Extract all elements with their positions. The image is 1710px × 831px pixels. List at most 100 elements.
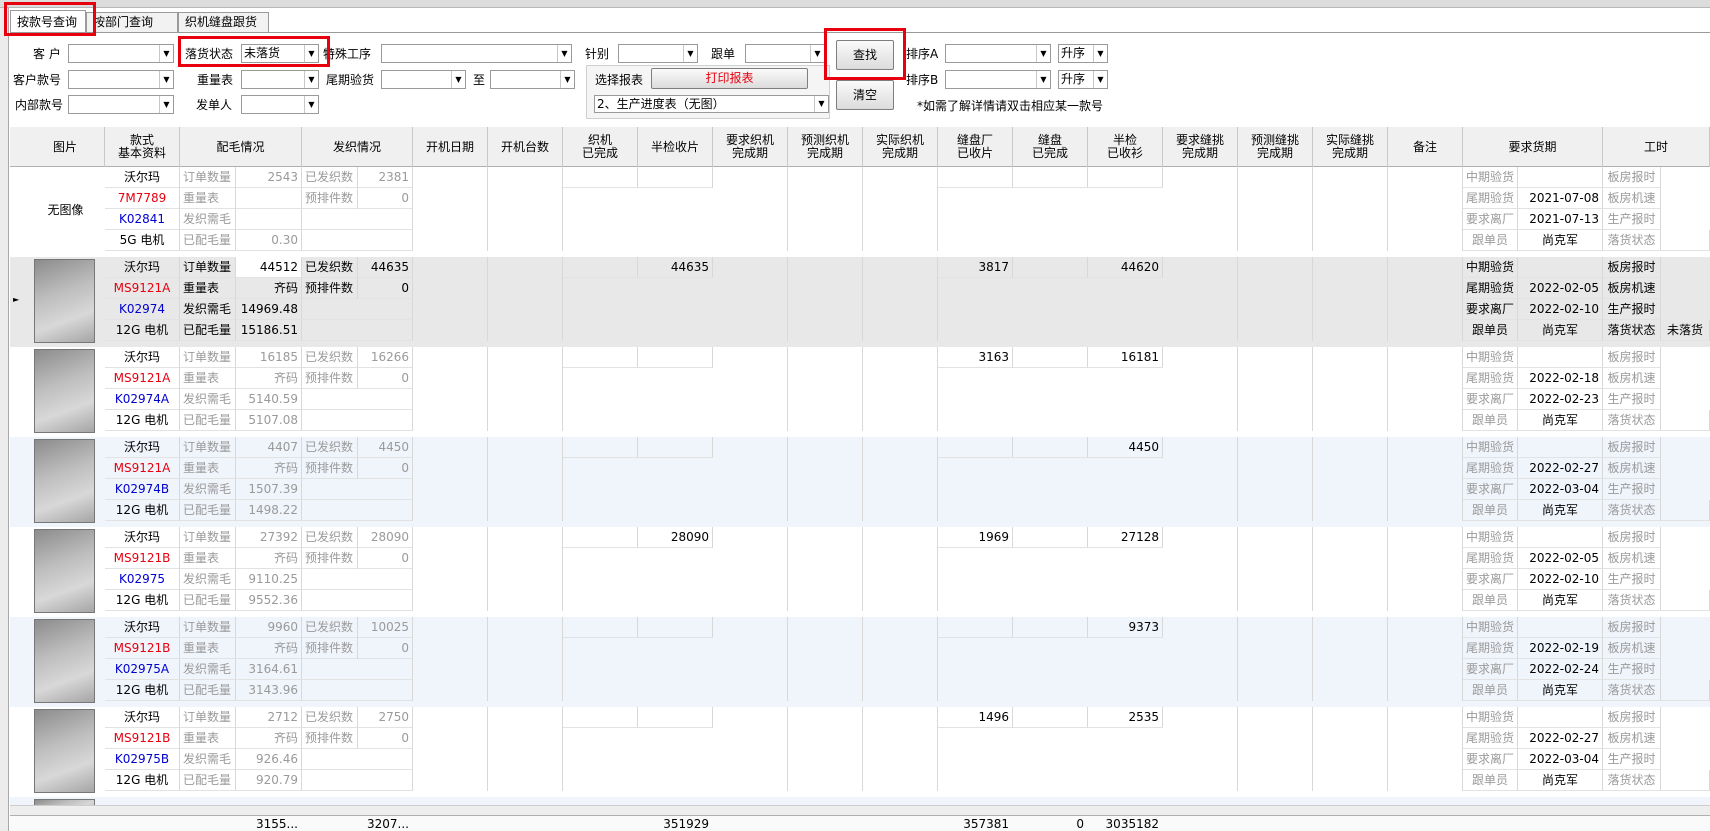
grid-cell[interactable]: 15186.51 [236, 320, 302, 341]
chevron-down-icon[interactable]: ▼ [1036, 45, 1050, 62]
grid-cell[interactable]: 跟单员 [1463, 590, 1518, 611]
grid-cell[interactable]: 发织需毛 [180, 659, 236, 680]
chevron-down-icon[interactable]: ▼ [814, 96, 828, 112]
grid-cell[interactable] [1088, 167, 1163, 188]
grid-cell[interactable]: 要求离厂 [1463, 659, 1518, 680]
tab-by-style[interactable]: 按款号查询 [10, 10, 86, 32]
grid-cell[interactable] [1013, 707, 1088, 728]
grid-cell[interactable]: 9373 [1088, 617, 1163, 638]
grid-cell[interactable]: MS9121B [105, 638, 180, 659]
grid-cell[interactable]: 0 [358, 278, 413, 299]
column-header[interactable]: 缝盘厂 已收片 [938, 127, 1013, 167]
column-header[interactable]: 实际缝挑 完成期 [1313, 127, 1388, 167]
grid-cell[interactable]: 0 [358, 548, 413, 569]
garment-photo[interactable] [34, 619, 95, 703]
search-button[interactable]: 查找 [836, 40, 894, 70]
grid-cell[interactable] [1661, 590, 1710, 611]
column-header[interactable]: 开机台数 [488, 127, 563, 167]
grid-cell[interactable]: 订单数量 [180, 167, 236, 188]
grid-cell[interactable]: MS9121A [105, 278, 180, 299]
grid-cell[interactable]: 已发织数 [302, 617, 358, 638]
grid-cell[interactable] [302, 479, 413, 500]
grid-cell[interactable]: 14969.48 [236, 299, 302, 320]
tab-by-department[interactable]: 按部门查询 [86, 12, 178, 32]
grid-cell[interactable]: 0 [358, 188, 413, 209]
column-header[interactable]: 要求货期 [1463, 127, 1603, 167]
column-header[interactable]: 预测织机 完成期 [788, 127, 863, 167]
grid-cell[interactable]: 落货状态 [1603, 590, 1661, 611]
column-header[interactable]: 图片 [26, 127, 105, 167]
grid-cell[interactable]: 沃尔玛 [105, 617, 180, 638]
grid-cell[interactable]: 板房机速 [1603, 188, 1661, 209]
grid-cell[interactable]: 2543 [236, 167, 302, 188]
grid-cell[interactable]: 0 [358, 638, 413, 659]
customer-style-combo[interactable]: ▼ [68, 70, 174, 89]
customer-combo[interactable]: ▼ [68, 44, 174, 63]
grid-cell[interactable] [302, 659, 413, 680]
record-row[interactable]: 沃尔玛 MS9121B K02975B 12G 电机 订单数量 2712 重量表 齐码 发织需毛… [10, 707, 1710, 797]
grid-cell[interactable]: 中期验货 [1463, 347, 1518, 368]
grid-cell[interactable]: 尾期验货 [1463, 458, 1518, 479]
grid-cell[interactable]: 落货状态 [1603, 230, 1661, 251]
grid-cell[interactable]: 发织需毛 [180, 209, 236, 230]
grid-cell[interactable] [302, 230, 413, 251]
grid-cell[interactable]: 生产报时 [1603, 299, 1661, 320]
grid-cell[interactable]: 沃尔玛 [105, 347, 180, 368]
grid-cell[interactable]: 板房报时 [1603, 437, 1661, 458]
column-header[interactable]: 半检收片 [638, 127, 713, 167]
grid-cell[interactable]: 板房机速 [1603, 278, 1661, 299]
grid-cell[interactable]: 27128 [1088, 527, 1163, 548]
grid-cell[interactable]: 已配毛量 [180, 500, 236, 521]
grid-cell[interactable]: 2022-02-24 [1518, 659, 1603, 680]
grid-cell[interactable]: 发织需毛 [180, 479, 236, 500]
grid-cell[interactable]: 沃尔玛 [105, 707, 180, 728]
grid-cell[interactable]: 28090 [358, 527, 413, 548]
grid-cell[interactable]: 0.30 [236, 230, 302, 251]
grid-cell[interactable]: 尾期验货 [1463, 548, 1518, 569]
grid-cell[interactable]: 1507.39 [236, 479, 302, 500]
grid-cell[interactable] [1518, 167, 1603, 188]
grid-cell[interactable]: 9110.25 [236, 569, 302, 590]
column-header[interactable]: 工时 [1603, 127, 1710, 167]
chevron-down-icon[interactable]: ▼ [560, 71, 574, 88]
grid-cell[interactable]: 12G 电机 [105, 320, 180, 341]
grid-cell[interactable]: 发织需毛 [180, 569, 236, 590]
grid-cell[interactable] [1661, 500, 1710, 521]
grid-cell[interactable]: 沃尔玛 [105, 527, 180, 548]
grid-cell[interactable] [1013, 617, 1088, 638]
grid-cell[interactable]: MS9121B [105, 548, 180, 569]
grid-cell[interactable]: 板房报时 [1603, 617, 1661, 638]
grid-cell[interactable] [302, 299, 413, 320]
grid-cell[interactable]: 4407 [236, 437, 302, 458]
grid-cell[interactable]: 2022-02-10 [1518, 299, 1603, 320]
chevron-down-icon[interactable]: ▼ [1036, 71, 1050, 88]
issuer-combo[interactable]: ▼ [241, 95, 319, 114]
grid-cell[interactable] [1013, 437, 1088, 458]
grid-cell[interactable]: 2021-07-13 [1518, 209, 1603, 230]
grid-cell[interactable]: 预排件数 [302, 278, 358, 299]
grid-cell[interactable] [1518, 527, 1603, 548]
grid-cell[interactable]: 跟单员 [1463, 680, 1518, 701]
column-header[interactable]: 发织情况 [302, 127, 413, 167]
grid-cell[interactable]: 44620 [1088, 257, 1163, 278]
grid-cell[interactable]: K02975 [105, 569, 180, 590]
grid-cell[interactable]: 重量表 [180, 458, 236, 479]
grid-cell[interactable] [302, 389, 413, 410]
chevron-down-icon[interactable]: ▼ [1093, 45, 1107, 62]
grid-cell[interactable]: 27392 [236, 527, 302, 548]
grid-cell[interactable]: 预排件数 [302, 638, 358, 659]
grid-cell[interactable]: 生产报时 [1603, 389, 1661, 410]
grid-cell[interactable]: 落货状态 [1603, 500, 1661, 521]
chevron-down-icon[interactable]: ▼ [159, 45, 173, 62]
grid-cell[interactable] [638, 167, 713, 188]
grid-cell[interactable]: 44635 [638, 257, 713, 278]
grid-cell[interactable]: 7M7789 [105, 188, 180, 209]
grid-cell[interactable]: 2022-02-18 [1518, 368, 1603, 389]
grid-cell[interactable]: 5107.08 [236, 410, 302, 431]
grid-cell[interactable]: 未落货 [1661, 320, 1710, 341]
column-header[interactable]: 开机日期 [413, 127, 488, 167]
grid-cell[interactable]: 重量表 [180, 278, 236, 299]
grid-cell[interactable]: 要求离厂 [1463, 479, 1518, 500]
grid-cell[interactable]: 已发织数 [302, 347, 358, 368]
column-header[interactable]: 备注 [1388, 127, 1463, 167]
